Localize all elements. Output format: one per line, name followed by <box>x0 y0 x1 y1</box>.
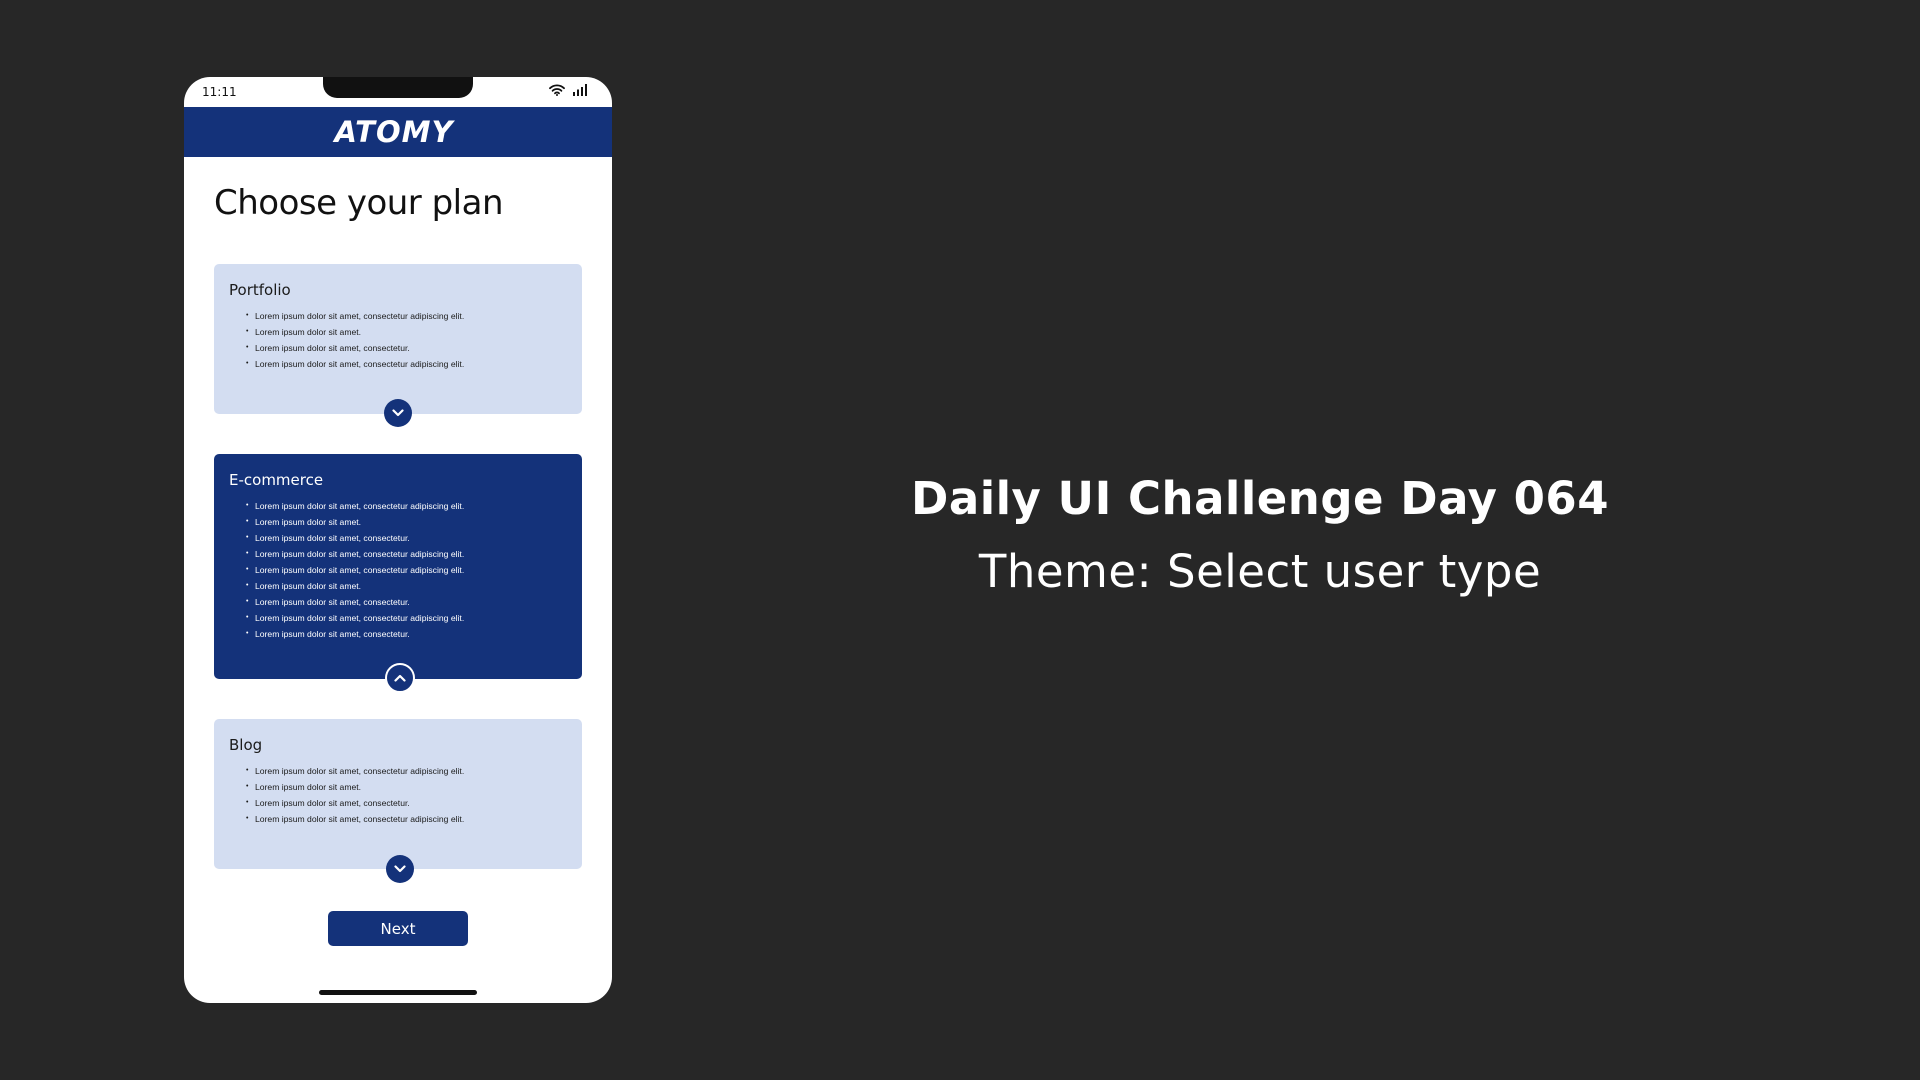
chevron-down-icon <box>392 409 404 417</box>
plan-feature: Lorem ipsum dolor sit amet, consectetur … <box>246 811 464 827</box>
phone-frame: 11:11 ATOMY Choose your plan Portfolio •… <box>184 77 612 1003</box>
page-title: Choose your plan <box>214 183 504 223</box>
plan-title: Blog <box>229 736 263 754</box>
plan-feature: Lorem ipsum dolor sit amet, consectetur. <box>246 795 464 811</box>
plan-feature-list: Lorem ipsum dolor sit amet, consectetur … <box>229 763 464 827</box>
plan-feature: Lorem ipsum dolor sit amet. <box>246 779 464 795</box>
plan-feature: Lorem ipsum dolor sit amet, consectetur … <box>246 498 464 514</box>
plan-feature: Lorem ipsum dolor sit amet, consectetur. <box>246 626 464 642</box>
status-bar: 11:11 <box>184 77 612 107</box>
plan-feature: Lorem ipsum dolor sit amet. <box>246 514 464 530</box>
challenge-theme: Theme: Select user type <box>978 545 1542 598</box>
plan-feature: Lorem ipsum dolor sit amet. <box>246 578 464 594</box>
plan-feature: Lorem ipsum dolor sit amet, consectetur … <box>246 356 464 372</box>
status-icons <box>549 83 590 96</box>
chevron-down-icon <box>394 865 406 873</box>
plan-feature: Lorem ipsum dolor sit amet, consectetur … <box>246 562 464 578</box>
expand-button-portfolio[interactable] <box>384 399 412 427</box>
plan-feature: Lorem ipsum dolor sit amet, consectetur … <box>246 763 464 779</box>
plan-feature: Lorem ipsum dolor sit amet, consectetur. <box>246 530 464 546</box>
expand-button-blog[interactable] <box>386 855 414 883</box>
plan-title: E-commerce <box>229 471 324 489</box>
wifi-icon <box>549 83 565 96</box>
plan-feature: Lorem ipsum dolor sit amet, consectetur. <box>246 340 464 356</box>
canvas: 11:11 ATOMY Choose your plan Portfolio •… <box>0 0 1920 1080</box>
challenge-caption: Daily UI Challenge Day 064 Theme: Select… <box>860 472 1660 598</box>
plan-feature: Lorem ipsum dolor sit amet, consectetur … <box>246 610 464 626</box>
collapse-button-ecommerce[interactable] <box>385 663 415 693</box>
next-button[interactable]: Next <box>328 911 468 946</box>
plan-feature: Lorem ipsum dolor sit amet, consectetur … <box>246 546 464 562</box>
challenge-title: Daily UI Challenge Day 064 <box>910 472 1610 525</box>
status-time: 11:11 <box>202 85 237 99</box>
plan-title: Portfolio <box>229 281 291 299</box>
app-header: ATOMY <box>184 107 612 157</box>
plan-card-portfolio[interactable]: Portfolio Lorem ipsum dolor sit amet, co… <box>214 264 582 414</box>
plan-card-blog[interactable]: Blog Lorem ipsum dolor sit amet, consect… <box>214 719 582 869</box>
notch <box>323 77 473 98</box>
home-indicator[interactable] <box>319 990 477 995</box>
brand-logo: ATOMY <box>334 115 454 149</box>
signal-icon <box>573 84 587 96</box>
plan-feature: Lorem ipsum dolor sit amet. <box>246 324 464 340</box>
plan-card-ecommerce[interactable]: E-commerce Lorem ipsum dolor sit amet, c… <box>214 454 582 679</box>
plan-feature-list: Lorem ipsum dolor sit amet, consectetur … <box>229 308 464 372</box>
plan-feature: Lorem ipsum dolor sit amet, consectetur … <box>246 308 464 324</box>
chevron-up-icon <box>394 674 406 682</box>
plan-feature-list: Lorem ipsum dolor sit amet, consectetur … <box>229 498 464 642</box>
plan-feature: Lorem ipsum dolor sit amet, consectetur. <box>246 594 464 610</box>
